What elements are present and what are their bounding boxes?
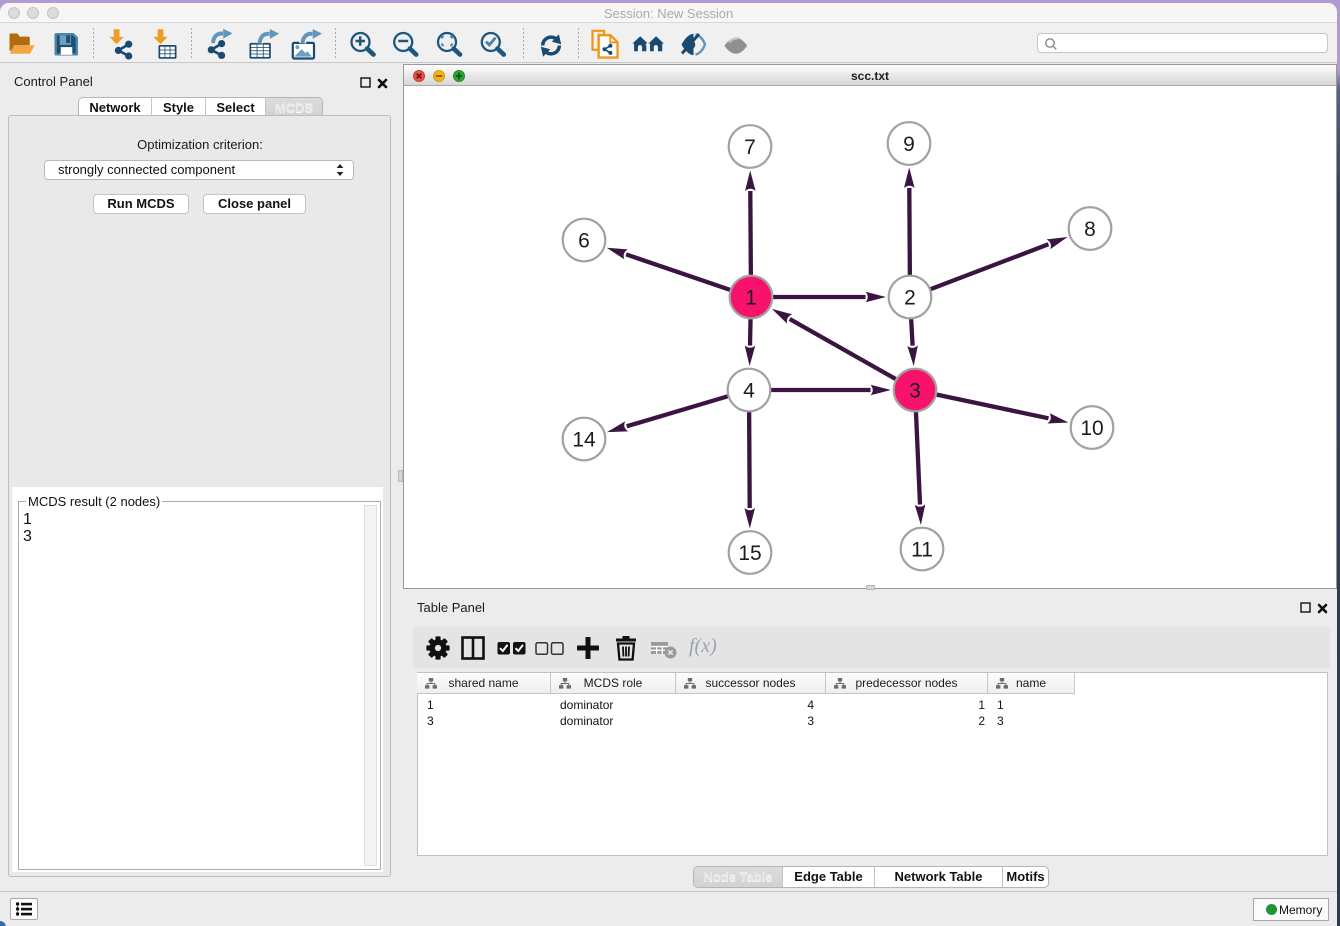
svg-text:1: 1 bbox=[745, 286, 757, 309]
svg-text:3: 3 bbox=[909, 379, 921, 402]
svg-text:4: 4 bbox=[743, 379, 755, 402]
svg-text:2: 2 bbox=[904, 286, 916, 309]
svg-text:15: 15 bbox=[738, 542, 761, 565]
svg-text:8: 8 bbox=[1084, 218, 1096, 241]
svg-text:6: 6 bbox=[578, 229, 590, 252]
svg-text:14: 14 bbox=[572, 428, 596, 451]
svg-text:11: 11 bbox=[911, 538, 933, 561]
svg-text:7: 7 bbox=[744, 136, 756, 159]
svg-text:9: 9 bbox=[903, 133, 915, 156]
svg-text:10: 10 bbox=[1080, 417, 1103, 440]
